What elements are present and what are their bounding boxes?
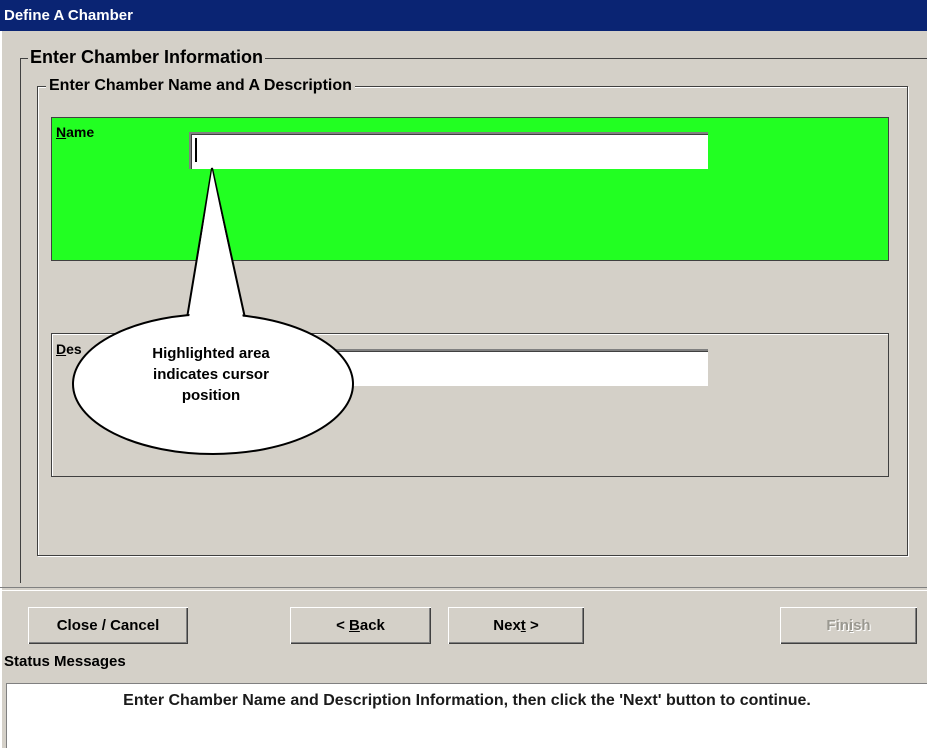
back-button-mnemonic: B (349, 617, 360, 634)
button-bar-separator (0, 587, 927, 591)
status-messages-header: Status Messages (4, 653, 126, 670)
callout-text: Highlighted area indicates cursor positi… (96, 343, 326, 406)
callout-line-2: indicates cursor (153, 366, 269, 383)
define-chamber-window: Define A Chamber Enter Chamber Informati… (0, 0, 927, 748)
status-message: Enter Chamber Name and Description Infor… (6, 683, 927, 748)
back-button-prefix: < (336, 617, 350, 634)
finish-button-rest: sh (853, 617, 871, 634)
next-button[interactable]: Next > (448, 607, 584, 644)
close-cancel-button[interactable]: Close / Cancel (28, 607, 188, 644)
callout-line-1: Highlighted area (152, 345, 270, 362)
back-button-rest: ack (359, 617, 385, 634)
callout-line-3: position (181, 387, 241, 404)
finish-button-prefix: Fin (826, 617, 849, 634)
finish-button[interactable]: Finish (780, 607, 917, 644)
back-button[interactable]: < Back (290, 607, 431, 644)
next-button-prefix: Nex (493, 617, 521, 634)
next-button-rest: > (525, 617, 539, 634)
